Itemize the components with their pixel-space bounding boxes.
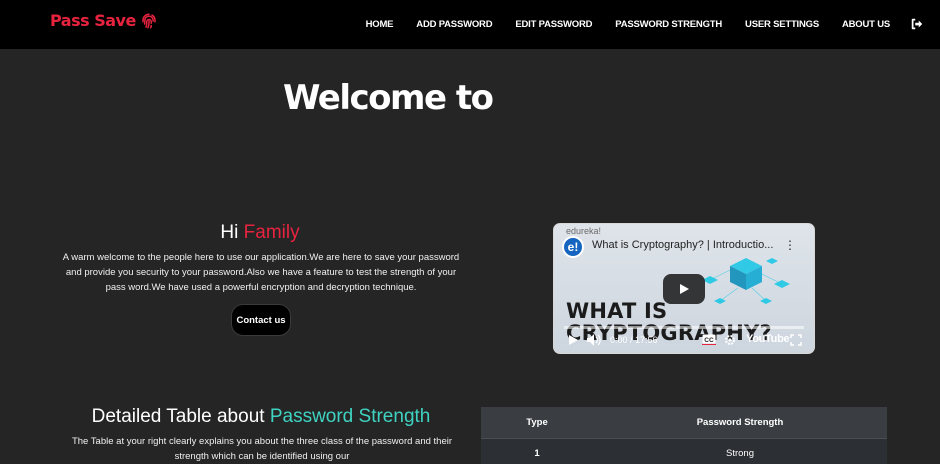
detail-text: The Table at your right clearly explains… (71, 436, 453, 462)
navbar: Pass Save HOME ADD PASSWORD EDIT PASSWOR… (0, 0, 940, 49)
table-cell-strength: Strong (593, 437, 887, 464)
greeting-heading: Hi Family (0, 222, 520, 244)
play-small-icon[interactable] (568, 335, 578, 345)
fingerprint-icon (142, 13, 156, 28)
video-controls: 0:00 / 17:56 CC YouTube (554, 327, 814, 353)
video-channel-name: edureka! (566, 226, 602, 236)
nav-home[interactable]: HOME (366, 19, 394, 30)
intro-text: A warm welcome to the people here to use… (62, 252, 460, 293)
contact-us-button[interactable]: Contact us (231, 304, 291, 336)
table-header-row: Type Password Strength (481, 407, 887, 438)
greeting-prefix: Hi (220, 222, 239, 243)
settings-icon[interactable] (724, 334, 736, 346)
nav-user-settings[interactable]: USER SETTINGS (745, 19, 819, 30)
nav-add-password[interactable]: ADD PASSWORD (416, 19, 492, 30)
table-row: 1 Strong (481, 437, 887, 464)
nav-about-us[interactable]: ABOUT US (842, 19, 890, 30)
fullscreen-icon[interactable] (790, 334, 802, 346)
detail-heading-prefix: Detailed Table about (91, 406, 265, 427)
brand-name: Pass Save (50, 11, 136, 30)
volume-icon[interactable] (587, 334, 601, 346)
svg-text:CC: CC (704, 337, 714, 344)
detail-heading-highlight: Password Strength (269, 406, 431, 427)
nav-edit-password[interactable]: EDIT PASSWORD (515, 19, 592, 30)
brand-logo[interactable]: Pass Save (50, 11, 158, 30)
column-header-strength: Password Strength (593, 407, 887, 438)
sign-out-icon[interactable] (910, 17, 924, 31)
table-cell-type: 1 (481, 437, 593, 464)
detail-heading: Detailed Table about Password Strength (0, 406, 522, 428)
greeting-name: Family (243, 222, 300, 243)
cc-icon[interactable]: CC (702, 334, 716, 345)
page-title: Welcome to (283, 78, 494, 118)
nav-links: HOME ADD PASSWORD EDIT PASSWORD PASSWORD… (343, 0, 891, 49)
play-button[interactable] (663, 274, 705, 304)
play-icon (680, 284, 689, 294)
nav-password-strength[interactable]: PASSWORD STRENGTH (615, 19, 722, 30)
password-strength-table: Type Password Strength 1 Strong (481, 407, 887, 464)
youtube-logo[interactable]: YouTube (746, 333, 790, 345)
channel-logo[interactable]: e! (562, 236, 584, 258)
video-time: 0:00 / 17:56 (610, 335, 658, 345)
video-embed[interactable]: edureka! e! What is Cryptography? | Intr… (553, 223, 815, 354)
column-header-type: Type (481, 407, 593, 438)
